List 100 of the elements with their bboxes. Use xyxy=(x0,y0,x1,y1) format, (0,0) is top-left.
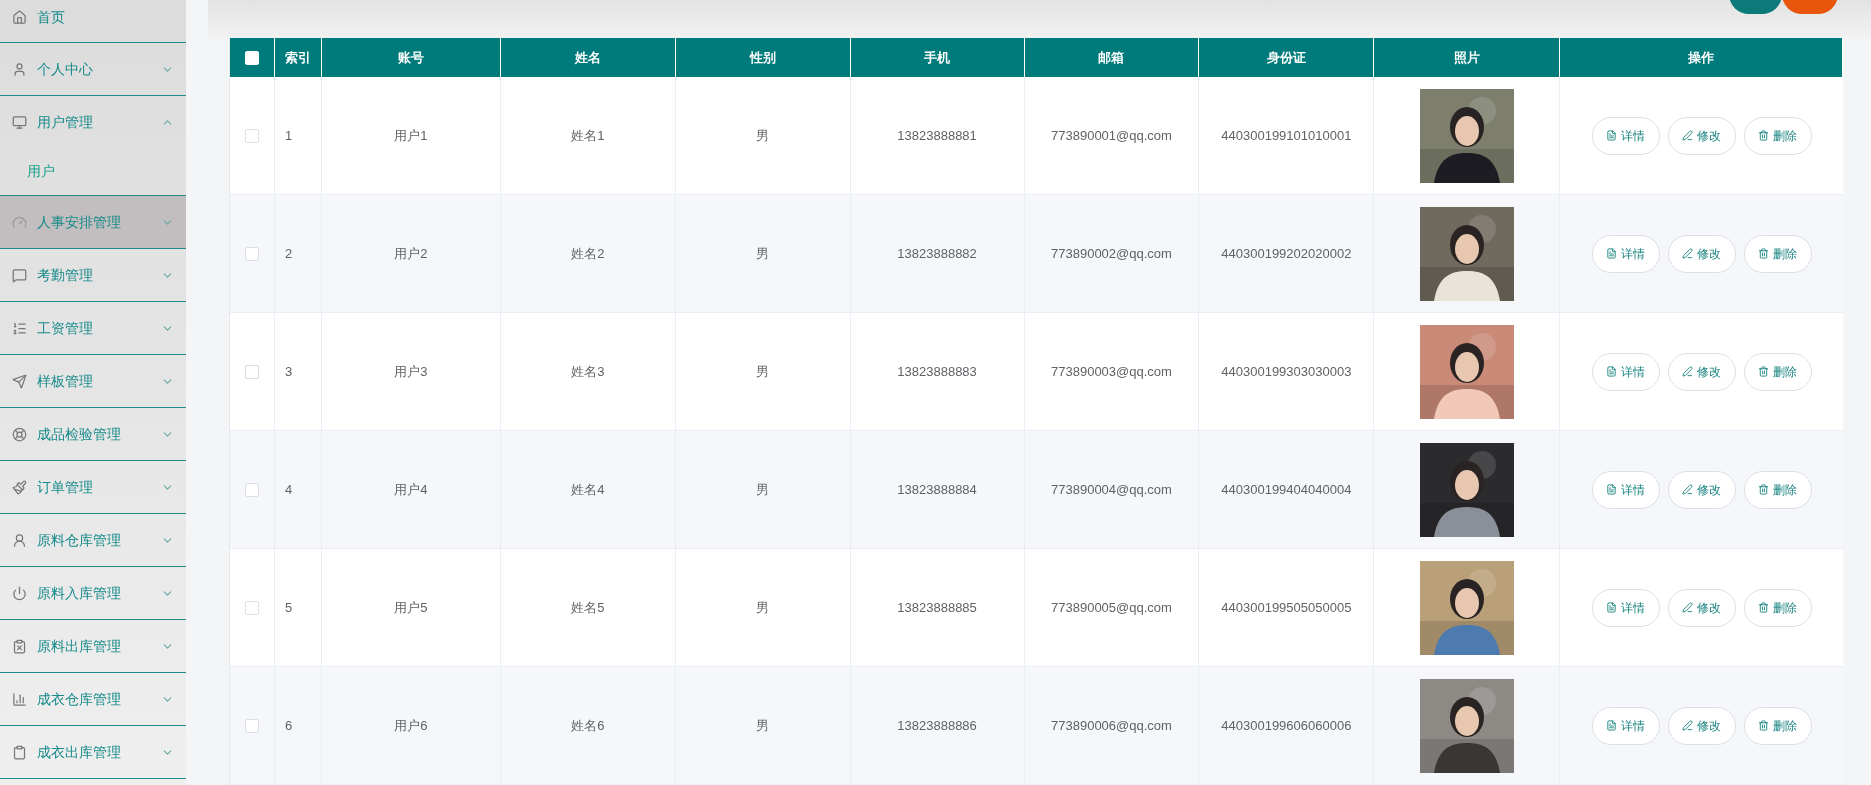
table-cell-text: 13823888885 xyxy=(897,598,977,617)
table-cell-text: 男 xyxy=(756,126,770,145)
table-cell-text: 13823888884 xyxy=(897,480,977,499)
table-cell-text: 姓名2 xyxy=(571,244,605,263)
action-button[interactable]: 删除 xyxy=(1743,470,1812,509)
document-icon xyxy=(1606,484,1618,495)
user-icon xyxy=(12,61,27,77)
clipboard-icon xyxy=(12,744,27,760)
checkbox[interactable] xyxy=(245,246,259,261)
table-cell-text: 773890006@qq.com xyxy=(1051,716,1172,735)
action-button[interactable]: 详情 xyxy=(1591,234,1660,273)
power-icon xyxy=(12,585,27,601)
pencil-icon xyxy=(1682,602,1694,613)
action-button[interactable]: 删除 xyxy=(1743,706,1812,745)
table-cell-text: 1 xyxy=(284,126,293,145)
menu-item[interactable]: 订单管理 xyxy=(0,461,186,513)
pencil-icon xyxy=(1682,366,1694,377)
action-button[interactable]: 详情 xyxy=(1591,470,1660,509)
send-icon xyxy=(12,373,27,389)
checkbox[interactable] xyxy=(245,600,259,615)
action-button[interactable]: 修改 xyxy=(1667,706,1736,745)
table-cell-text: 13823888882 xyxy=(897,244,977,263)
table-cell-text: 4 xyxy=(284,480,293,499)
table-cell-text: 440300199606060006 xyxy=(1221,716,1352,735)
user-icon xyxy=(12,532,27,548)
action-button[interactable]: 修改 xyxy=(1667,588,1736,627)
submenu-item[interactable]: 用户 xyxy=(0,148,186,195)
checkbox[interactable] xyxy=(245,128,259,143)
table-cell-text: 用户6 xyxy=(394,716,428,735)
table-cell-text: 用户2 xyxy=(394,244,428,263)
table-cell-text: 440300199101010001 xyxy=(1221,126,1352,145)
table-cell-text: 用户1 xyxy=(394,126,428,145)
home-icon xyxy=(12,9,27,25)
menu-item[interactable]: 原料入库管理 xyxy=(0,567,186,619)
menu-item[interactable]: 首页 xyxy=(0,0,186,42)
trash-icon xyxy=(1758,130,1770,141)
menu-item[interactable]: 成品检验管理 xyxy=(0,408,186,460)
bar-chart-icon xyxy=(12,691,27,707)
table-cell-text: 13823888886 xyxy=(897,716,977,735)
table-cell-text: 男 xyxy=(756,480,770,499)
lifebuoy-icon xyxy=(12,426,27,442)
action-button[interactable]: 修改 xyxy=(1667,234,1736,273)
menu-item[interactable]: 个人中心 xyxy=(0,43,186,95)
menu-item[interactable]: 样板管理 xyxy=(0,355,186,407)
menu-item[interactable]: 成衣仓库管理 xyxy=(0,673,186,725)
menu-item[interactable]: 原料出库管理 xyxy=(0,620,186,672)
action-button[interactable]: 修改 xyxy=(1667,470,1736,509)
action-button[interactable]: 删除 xyxy=(1743,234,1812,273)
table-cell-text: 13823888881 xyxy=(897,126,977,145)
menu-item[interactable]: 原料仓库管理 xyxy=(0,514,186,566)
action-button[interactable]: 详情 xyxy=(1591,352,1660,391)
action-button[interactable]: 详情 xyxy=(1591,706,1660,745)
action-button[interactable]: 详情 xyxy=(1591,588,1660,627)
menu-item[interactable]: 工资管理 xyxy=(0,302,186,354)
document-icon xyxy=(1606,366,1618,377)
table-cell-text: 440300199303030003 xyxy=(1221,362,1352,381)
table-cell-text: 6 xyxy=(284,716,293,735)
action-button[interactable]: 修改 xyxy=(1667,352,1736,391)
action-button[interactable]: 详情 xyxy=(1591,116,1660,155)
message-icon xyxy=(12,267,27,283)
pencil-icon xyxy=(1682,130,1694,141)
checkbox[interactable] xyxy=(245,718,259,733)
table-cell-text: 姓名5 xyxy=(571,598,605,617)
clipboard-icon xyxy=(12,638,27,654)
table-cell-text: 773890001@qq.com xyxy=(1051,126,1172,145)
action-button[interactable]: 删除 xyxy=(1743,588,1812,627)
trash-icon xyxy=(1758,602,1770,613)
table-cell-text: 用户4 xyxy=(394,480,428,499)
brush-icon xyxy=(12,479,27,495)
trash-icon xyxy=(1758,248,1770,259)
table-cell-text: 440300199202020002 xyxy=(1221,244,1352,263)
table-cell-text: 男 xyxy=(756,362,770,381)
trash-icon xyxy=(1758,484,1770,495)
table-cell-text: 773890003@qq.com xyxy=(1051,362,1172,381)
document-icon xyxy=(1606,130,1618,141)
menu-item[interactable]: 考勤管理 xyxy=(0,249,186,301)
table-cell-text: 用户3 xyxy=(394,362,428,381)
action-button[interactable]: 删除 xyxy=(1743,352,1812,391)
pencil-icon xyxy=(1682,484,1694,495)
trash-icon xyxy=(1758,366,1770,377)
table-cell-text: 13823888883 xyxy=(897,362,977,381)
table-cell-text: 440300199505050005 xyxy=(1221,598,1352,617)
table-cell-text: 男 xyxy=(756,716,770,735)
document-icon xyxy=(1606,720,1618,731)
table-cell-text: 姓名4 xyxy=(571,480,605,499)
list-icon xyxy=(12,320,27,336)
menu-item[interactable]: 成衣出库管理 xyxy=(0,726,186,778)
checkbox[interactable] xyxy=(245,482,259,497)
menu-item[interactable]: 用户管理 xyxy=(0,96,186,148)
action-button[interactable]: 删除 xyxy=(1743,116,1812,155)
document-icon xyxy=(1606,248,1618,259)
trash-icon xyxy=(1758,720,1770,731)
table-cell-text: 用户5 xyxy=(394,598,428,617)
pencil-icon xyxy=(1682,720,1694,731)
table-cell-text: 姓名6 xyxy=(571,716,605,735)
checkbox[interactable] xyxy=(245,364,259,379)
table-cell-text: 男 xyxy=(756,598,770,617)
action-button[interactable]: 修改 xyxy=(1667,116,1736,155)
table-cell-text: 440300199404040004 xyxy=(1221,480,1352,499)
monitor-icon xyxy=(12,114,27,130)
